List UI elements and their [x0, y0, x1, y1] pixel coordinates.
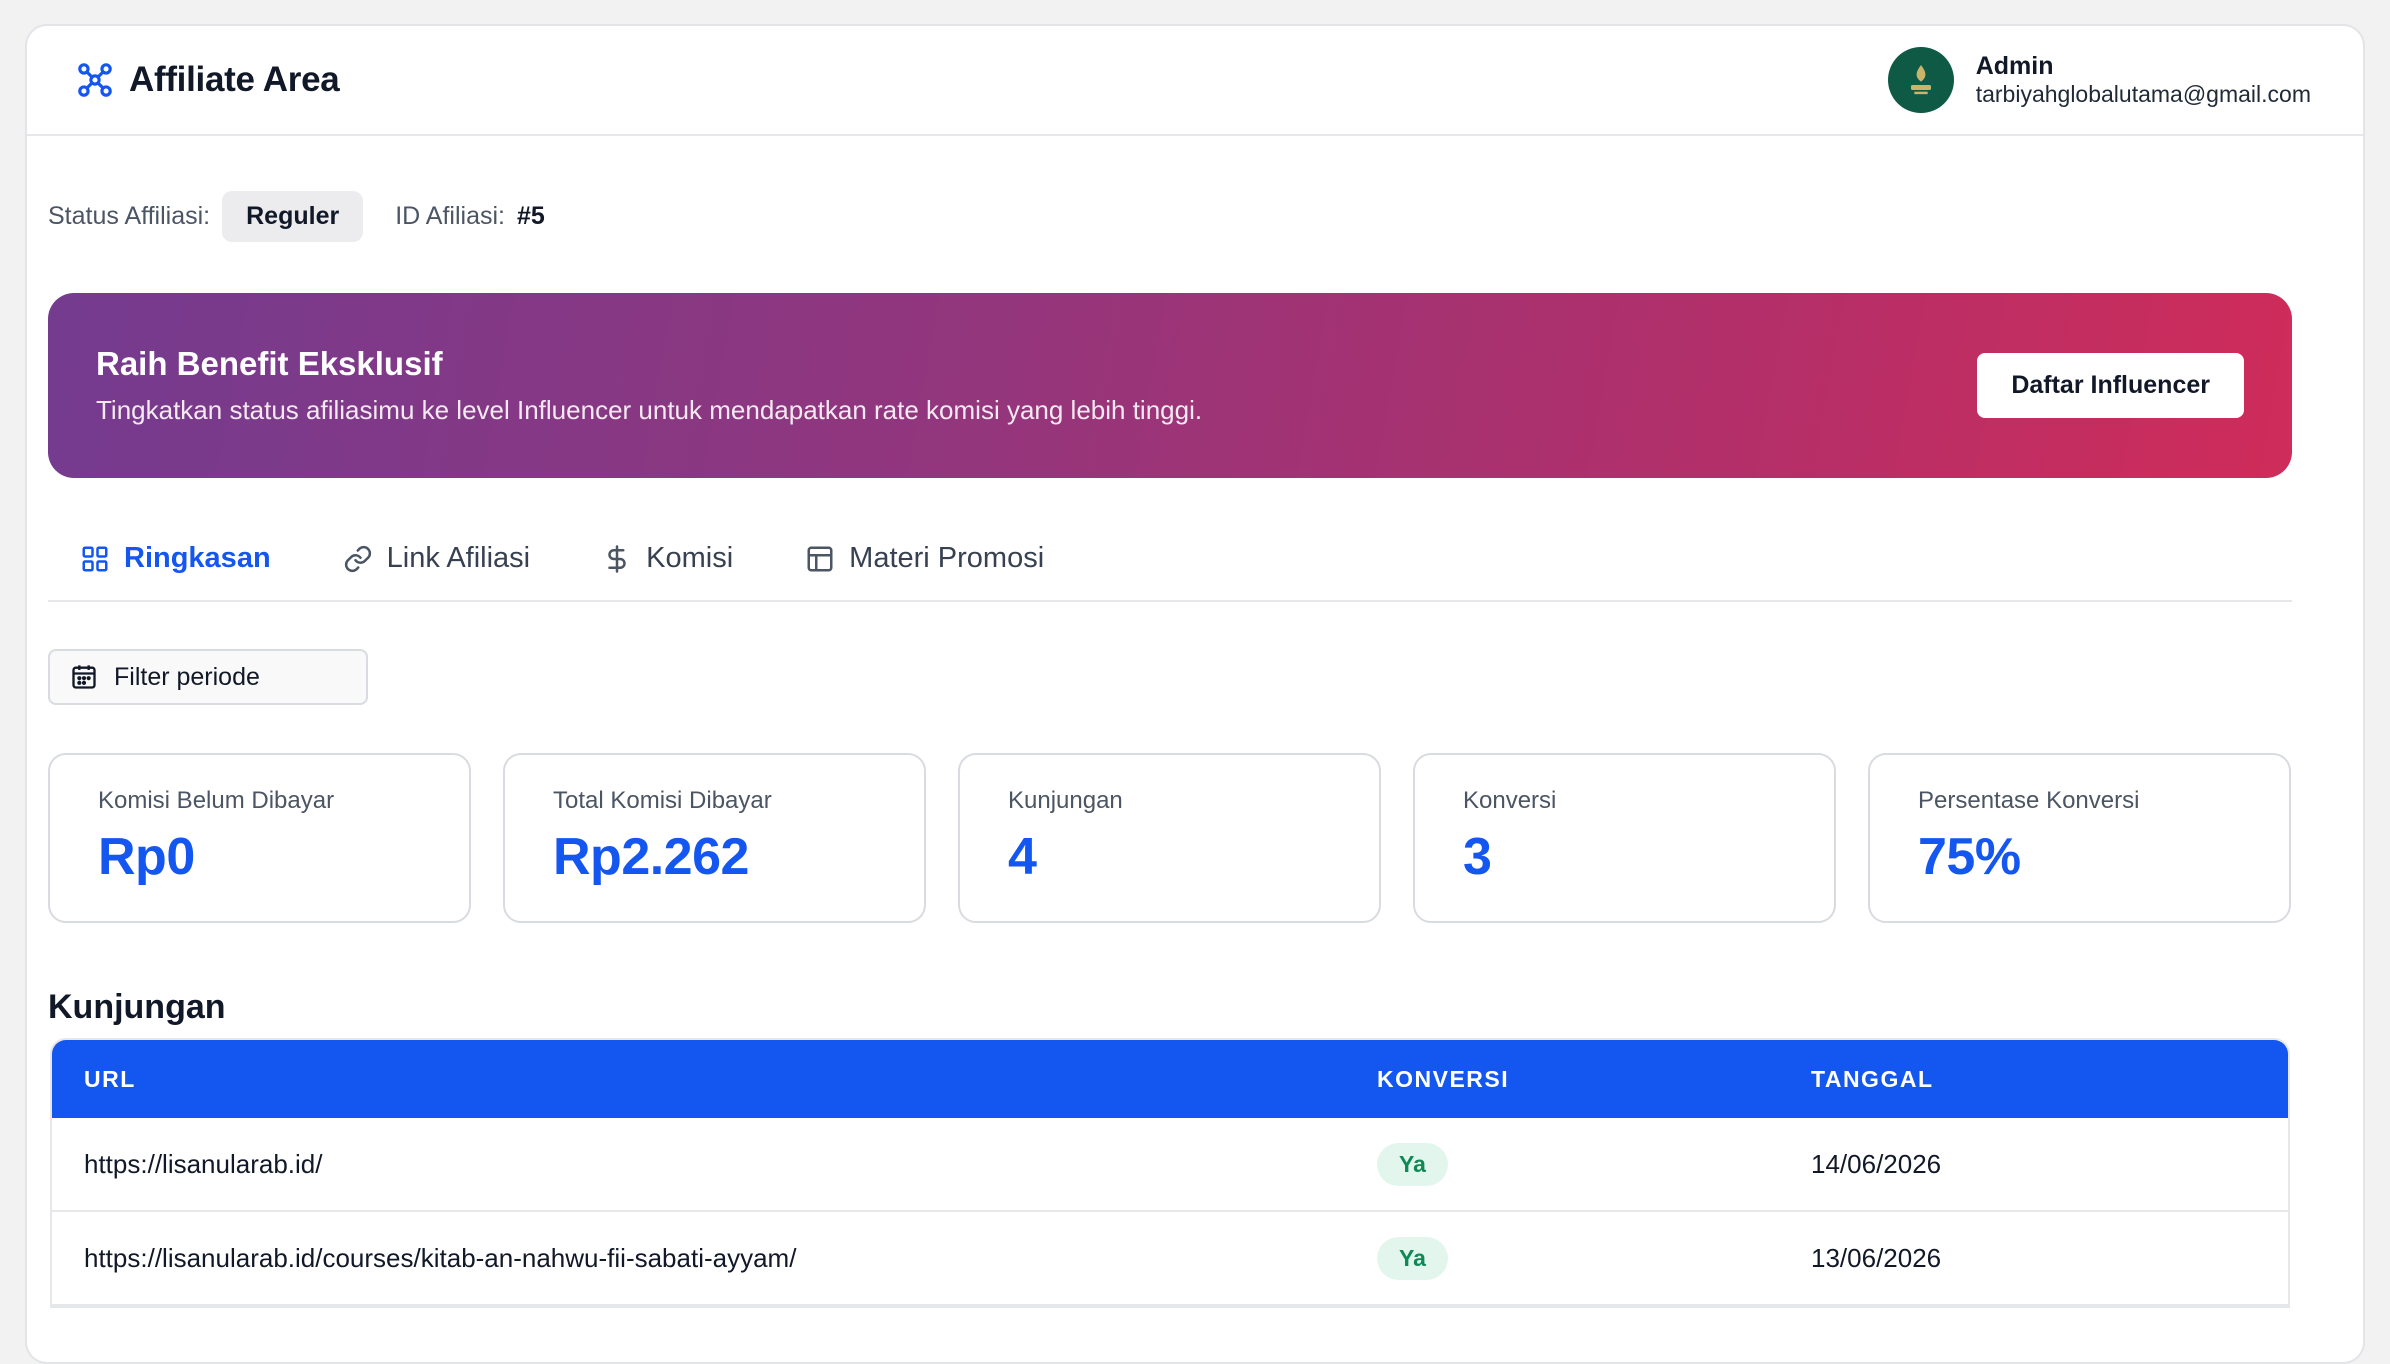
banner-title: Raih Benefit Eksklusif [96, 345, 443, 382]
column-header-konversi: KONVERSI [1377, 1065, 1510, 1092]
tab-bar: Ringkasan Link Afiliasi Komisi Materi Pr… [48, 530, 2292, 602]
status-label: Status Affiliasi: [48, 202, 211, 230]
page-title: Affiliate Area [129, 60, 340, 99]
stat-label: Kunjungan [1008, 787, 1123, 814]
table-header: URL KONVERSI TANGGAL [52, 1040, 2288, 1118]
visits-table: URL KONVERSI TANGGAL https://lisanularab… [50, 1038, 2290, 1308]
link-icon [344, 545, 371, 572]
stat-label: Persentase Konversi [1918, 787, 2140, 814]
stat-card-conversion-rate: Persentase Konversi 75% [1868, 753, 2291, 923]
user-email: tarbiyahglobalutama@gmail.com [1975, 81, 2311, 108]
cell-url: https://lisanularab.id/courses/kitab-an-… [84, 1242, 797, 1273]
user-menu[interactable]: Admin tarbiyahglobalutama@gmail.com [1887, 47, 2311, 113]
stat-card-unpaid-commission: Komisi Belum Dibayar Rp0 [48, 753, 471, 923]
visits-section-title: Kunjungan [48, 988, 226, 1026]
cell-url: https://lisanularab.id/ [84, 1148, 323, 1179]
stat-value: 75% [1918, 828, 2021, 886]
tab-label: Komisi [646, 542, 734, 574]
status-badge: Reguler [222, 191, 364, 242]
affiliate-status-row: Status Affiliasi: Reguler ID Afiliasi: #… [48, 191, 545, 242]
column-header-tanggal: TANGGAL [1811, 1065, 1934, 1092]
tab-label: Link Afiliasi [386, 542, 531, 574]
stat-card-visits: Kunjungan 4 [958, 753, 1381, 923]
banner-content: Raih Benefit Eksklusif Tingkatkan status… [96, 345, 1202, 426]
tab-ringkasan[interactable]: Ringkasan [48, 530, 305, 597]
stat-label: Total Komisi Dibayar [553, 787, 772, 814]
table-row: https://lisanularab.id/ Ya 14/06/2026 [52, 1118, 2288, 1212]
logo-icon [1910, 65, 1931, 95]
tab-label: Materi Promosi [849, 542, 1045, 574]
tab-link-afiliasi[interactable]: Link Afiliasi [311, 530, 564, 597]
stat-value: Rp0 [98, 828, 195, 886]
stat-card-conversions: Konversi 3 [1413, 753, 1836, 923]
cell-tanggal: 14/06/2026 [1811, 1148, 1942, 1179]
stats-row: Komisi Belum Dibayar Rp0 Total Komisi Di… [48, 753, 2291, 923]
register-influencer-button[interactable]: Daftar Influencer [1977, 353, 2244, 418]
conversion-badge: Ya [1377, 1142, 1448, 1186]
stat-value: 3 [1463, 828, 1492, 886]
stat-card-paid-commission: Total Komisi Dibayar Rp2.262 [503, 753, 926, 923]
tab-komisi[interactable]: Komisi [570, 530, 767, 597]
cell-konversi: Ya [1377, 1236, 1811, 1280]
tab-materi-promosi[interactable]: Materi Promosi [773, 530, 1078, 597]
top-header: Affiliate Area Admin tarbiyahglobalutama… [27, 26, 2363, 136]
grid-icon [82, 546, 108, 571]
user-info: Admin tarbiyahglobalutama@gmail.com [1976, 52, 2311, 107]
cell-konversi: Ya [1377, 1142, 1811, 1186]
stat-label: Komisi Belum Dibayar [98, 787, 335, 814]
filter-period-button[interactable]: Filter periode [48, 649, 368, 705]
calendar-icon [72, 665, 96, 689]
conversion-badge: Ya [1377, 1236, 1448, 1280]
stat-value: 4 [1008, 828, 1037, 886]
brand: Affiliate Area [75, 60, 340, 100]
banner-text: Tingkatkan status afiliasimu ke level In… [96, 395, 1203, 425]
stat-label: Konversi [1463, 787, 1557, 814]
influencer-banner: Raih Benefit Eksklusif Tingkatkan status… [48, 293, 2292, 478]
table-row: https://lisanularab.id/courses/kitab-an-… [52, 1212, 2288, 1306]
column-header-url: URL [84, 1065, 136, 1092]
tab-label: Ringkasan [124, 542, 271, 574]
affiliate-id-label: ID Afiliasi: [395, 202, 505, 230]
affiliate-id-value: #5 [516, 202, 545, 230]
dollar-icon [608, 544, 626, 573]
stat-value: Rp2.262 [553, 828, 749, 886]
avatar[interactable] [1887, 47, 1954, 113]
affiliate-network-icon [75, 60, 115, 100]
filter-label: Filter periode [114, 662, 260, 691]
layout-icon [807, 546, 833, 571]
cell-tanggal: 13/06/2026 [1811, 1242, 1942, 1273]
user-name: Admin [1975, 52, 2054, 81]
